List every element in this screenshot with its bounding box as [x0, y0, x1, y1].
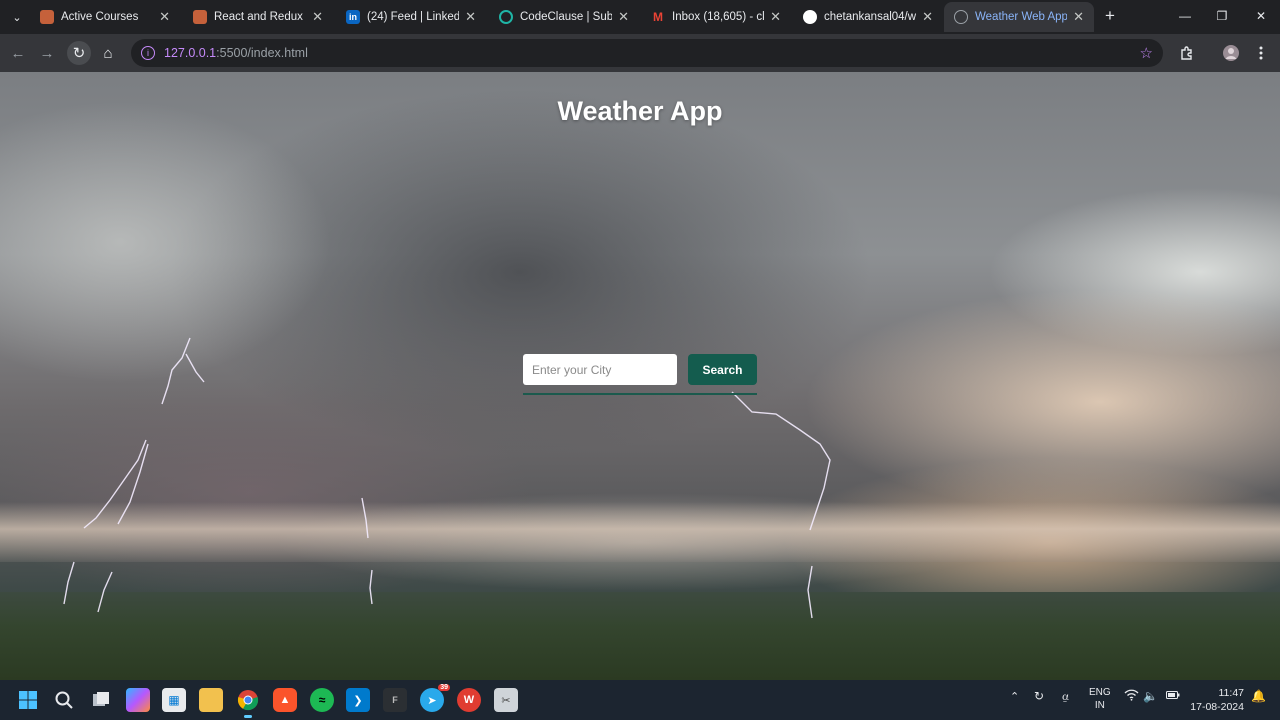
profile-avatar-icon[interactable] [1220, 42, 1242, 64]
forward-arrow-icon[interactable]: → [35, 41, 59, 65]
system-clock[interactable]: 11:47 17-08-2024 [1190, 686, 1244, 714]
notification-bell-icon[interactable]: 🔔 [1251, 689, 1266, 703]
close-tab-icon[interactable]: ✕ [312, 9, 323, 25]
windows-taskbar: ▦ ▲ ≈ ❯ F ➤ 39 W ✂ ⌃ ↻ ⍶ ENG IN 🔈 11:47 … [0, 680, 1280, 720]
region-code: IN [1094, 700, 1105, 711]
chrome-icon[interactable] [236, 688, 260, 718]
figma-icon[interactable]: F [383, 688, 407, 712]
snipping-tool-icon[interactable]: ✂ [494, 688, 518, 712]
tab-linkedin[interactable]: in (24) Feed | LinkedIn ✕ [336, 2, 486, 32]
tab-gmail-inbox[interactable]: M Inbox (18,605) - ckan ✕ [641, 2, 791, 32]
tab-weather-web-app[interactable]: Weather Web App ✕ [944, 2, 1094, 32]
language-indicator[interactable]: ENG IN [1089, 686, 1111, 712]
reload-icon[interactable]: ↻ [67, 41, 91, 65]
tab-codeclause[interactable]: CodeClause | Submit ✕ [489, 2, 639, 32]
city-search-input[interactable] [523, 354, 677, 385]
tab-title: chetankansal04/weat [824, 11, 917, 23]
microphone-icon[interactable]: ⍶ [1062, 689, 1069, 704]
home-icon[interactable]: ⌂ [96, 41, 120, 65]
battery-icon[interactable] [1166, 689, 1180, 703]
vscode-icon[interactable]: ❯ [346, 688, 370, 712]
weather-app-page: Weather App Search [0, 72, 1280, 680]
brave-icon[interactable]: ▲ [273, 688, 297, 712]
minimize-icon[interactable]: — [1170, 6, 1200, 26]
globe-favicon-icon [954, 10, 968, 24]
tab-active-courses[interactable]: Active Courses ✕ [30, 2, 180, 32]
course-favicon-icon [40, 10, 54, 24]
codeclause-favicon-icon [499, 10, 513, 24]
browser-tab-strip: ⌄ Active Courses ✕ React and Redux Cer ✕… [0, 0, 1280, 34]
tab-title: Inbox (18,605) - ckan [672, 11, 764, 23]
show-hidden-icons-chevron-icon[interactable]: ⌃ [1010, 690, 1019, 703]
taskbar-search-icon[interactable] [52, 688, 76, 712]
close-tab-icon[interactable]: ✕ [618, 9, 629, 25]
copilot-icon[interactable] [126, 688, 150, 712]
tab-title: React and Redux Cer [214, 11, 306, 23]
clock-time: 11:47 [1218, 687, 1245, 699]
site-info-icon[interactable]: i [141, 46, 155, 60]
clock-date: 17-08-2024 [1190, 701, 1244, 713]
tab-react-redux[interactable]: React and Redux Cer ✕ [183, 2, 333, 32]
tab-title: (24) Feed | LinkedIn [367, 11, 460, 23]
microsoft-store-icon[interactable]: ▦ [162, 688, 186, 712]
windows-start-icon[interactable] [16, 688, 40, 712]
task-view-icon[interactable] [89, 688, 113, 712]
close-tab-icon[interactable]: ✕ [159, 9, 170, 25]
close-tab-icon[interactable]: ✕ [1073, 9, 1084, 25]
url-text[interactable]: 127.0.0.1:5500/index.html [164, 46, 308, 60]
linkedin-favicon-icon: in [346, 10, 360, 24]
window-close-icon[interactable]: ✕ [1246, 6, 1276, 26]
sync-cloud-icon[interactable]: ↻ [1034, 689, 1044, 703]
github-favicon-icon [803, 10, 817, 24]
spotify-icon[interactable]: ≈ [310, 688, 334, 712]
new-tab-plus-icon[interactable]: + [1100, 6, 1120, 26]
telegram-unread-badge: 39 [438, 684, 450, 691]
browser-toolbar: ← → ↻ ⌂ i 127.0.0.1:5500/index.html ☆ [0, 34, 1280, 72]
wifi-icon[interactable] [1124, 689, 1139, 704]
tab-search-chevron-icon[interactable]: ⌄ [4, 5, 30, 29]
page-title: Weather App [557, 96, 723, 126]
restore-icon[interactable]: ❐ [1207, 6, 1237, 26]
language-code: ENG [1089, 687, 1111, 698]
extensions-puzzle-icon[interactable] [1176, 42, 1198, 64]
bookmark-star-icon[interactable]: ☆ [1140, 44, 1153, 62]
volume-icon[interactable]: 🔈 [1143, 689, 1158, 703]
wps-office-icon[interactable]: W [457, 688, 481, 712]
url-host: 127.0.0.1 [164, 46, 217, 60]
gmail-favicon-icon: M [653, 10, 663, 24]
address-bar[interactable]: i 127.0.0.1:5500/index.html ☆ [131, 39, 1163, 67]
tab-title: CodeClause | Submit [520, 11, 613, 23]
tab-title: Weather Web App [975, 11, 1068, 23]
close-tab-icon[interactable]: ✕ [465, 9, 476, 25]
close-tab-icon[interactable]: ✕ [770, 9, 781, 25]
close-tab-icon[interactable]: ✕ [922, 9, 933, 25]
search-button[interactable]: Search [688, 354, 757, 385]
file-explorer-icon[interactable] [199, 688, 223, 712]
back-arrow-icon[interactable]: ← [6, 41, 30, 65]
city-search-form: Search [523, 354, 757, 395]
tab-github[interactable]: chetankansal04/weat ✕ [793, 2, 943, 32]
menu-kebab-icon[interactable] [1250, 42, 1272, 64]
telegram-icon[interactable]: ➤ 39 [420, 684, 450, 712]
course-favicon-icon [193, 10, 207, 24]
url-path: :5500/index.html [216, 46, 308, 60]
tab-title: Active Courses [61, 11, 139, 23]
